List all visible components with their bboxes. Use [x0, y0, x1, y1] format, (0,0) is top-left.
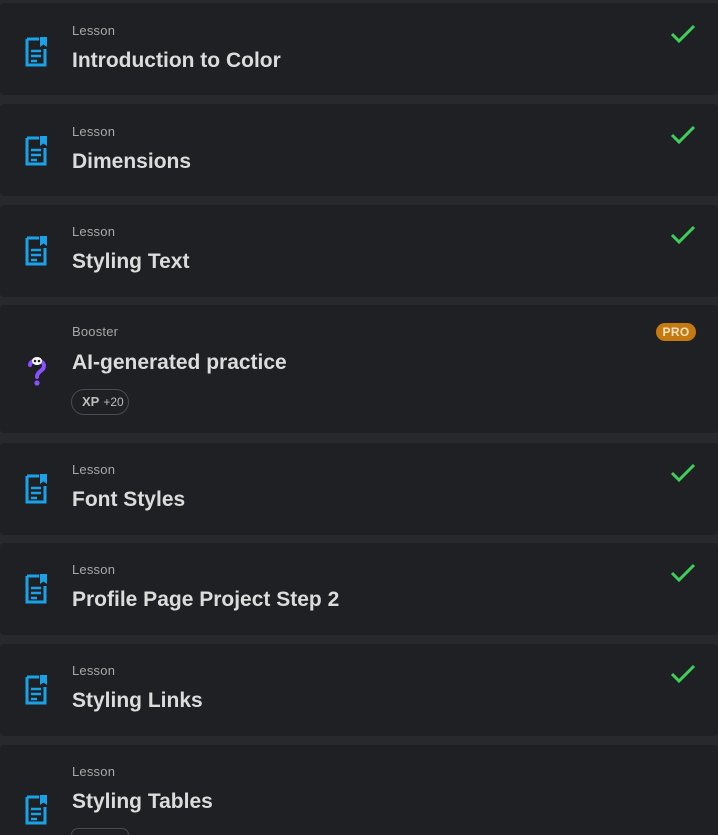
item-type: Lesson	[72, 23, 116, 38]
check-icon	[670, 125, 696, 145]
item-title: Introduction to Color	[72, 49, 281, 72]
check-icon	[670, 24, 696, 44]
xp-pill: XP +20	[71, 389, 129, 415]
pro-badge: PRO	[656, 323, 696, 341]
question-mark-icon	[28, 357, 47, 386]
check-icon	[670, 463, 696, 483]
lesson-card[interactable]: Lesson Styling Tables	[0, 745, 718, 835]
check-icon	[670, 664, 696, 684]
item-title: Styling Tables	[72, 790, 213, 813]
item-type: Lesson	[72, 562, 116, 577]
item-title: Font Styles	[72, 488, 186, 511]
item-type: Booster	[72, 324, 119, 339]
xp-pill	[71, 828, 129, 835]
lesson-card[interactable]: Lesson Dimensions	[0, 104, 718, 196]
check-icon	[670, 563, 696, 583]
document-icon	[25, 795, 47, 825]
check-icon	[670, 225, 696, 245]
item-type: Lesson	[72, 663, 116, 678]
item-title: Dimensions	[72, 150, 192, 173]
document-icon	[25, 574, 47, 604]
xp-label: XP	[82, 394, 100, 409]
item-type: Lesson	[72, 124, 116, 139]
lesson-card[interactable]: Lesson Introduction to Color	[0, 3, 718, 95]
item-type: Lesson	[72, 224, 116, 239]
lesson-list: Lesson Introduction to Color Lesson Dime…	[0, 0, 718, 835]
document-icon	[25, 37, 47, 67]
item-title: AI-generated practice	[72, 351, 287, 374]
document-icon	[25, 236, 47, 266]
xp-value: +20	[103, 395, 124, 409]
lesson-card[interactable]: Lesson Styling Text	[0, 205, 718, 297]
item-title: Styling Links	[72, 689, 203, 712]
item-type: Lesson	[72, 462, 116, 477]
booster-card[interactable]: Booster AI-generated practice PRO XP +20	[0, 305, 718, 433]
document-icon	[25, 474, 47, 504]
document-icon	[25, 675, 47, 705]
item-title: Styling Text	[72, 250, 190, 273]
item-title: Profile Page Project Step 2	[72, 588, 340, 611]
item-type: Lesson	[72, 764, 116, 779]
lesson-card[interactable]: Lesson Styling Links	[0, 644, 718, 736]
lesson-card[interactable]: Lesson Profile Page Project Step 2	[0, 543, 718, 635]
document-icon	[25, 136, 47, 166]
lesson-card[interactable]: Lesson Font Styles	[0, 443, 718, 535]
